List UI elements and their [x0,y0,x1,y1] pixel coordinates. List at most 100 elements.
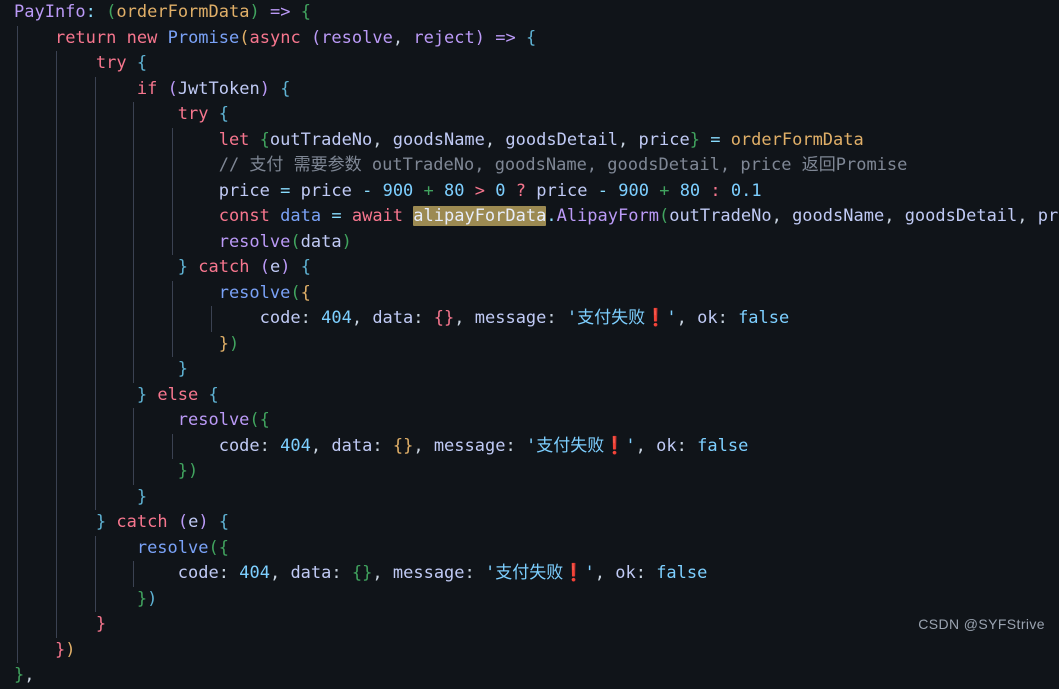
token-keyword: new [126,27,158,48]
code-line[interactable]: code: 404, data: {}, message: '支付失败❗', o… [0,306,1059,332]
code-line[interactable]: return new Promise(async (resolve, rejec… [0,26,1059,52]
token-bracket: ) [147,588,158,609]
token-bracket: { [259,410,270,430]
token-punct: , [635,435,646,456]
code-line[interactable]: }) [0,638,1059,664]
token-property: code [259,308,301,328]
token-bracket: ( [167,78,178,99]
token-number: 0 [495,180,506,201]
token-keyword: try [177,104,209,124]
token-bracket: {} [392,435,414,456]
token-number: 404 [280,435,311,456]
code-line[interactable]: }, [0,663,1059,689]
token-bracket: { [208,384,219,405]
code-line[interactable]: PayInfo: (orderFormData) => { [0,0,1059,26]
code-line[interactable]: code: 404, data: {}, message: '支付失败❗', o… [0,561,1059,587]
token-string: '支付失败 [485,563,564,583]
token-bracket: } [177,257,189,277]
token-punct: : [676,435,687,456]
token-identifier: goodsName [792,206,885,226]
code-editor-viewport[interactable]: PayInfo: (orderFormData) => { return new… [0,0,1059,685]
code-line[interactable]: }) [0,587,1059,613]
token-punct: : [300,308,311,328]
code-line[interactable]: try { [0,51,1059,77]
token-bracket: { [136,53,148,73]
token-identifier: JwtToken [177,78,260,99]
token-parameter: resolve [321,27,393,48]
exclamation-mark-icon: ❗ [645,308,667,328]
token-punct: : [85,2,96,22]
token-identifier: orderFormData [730,129,864,150]
code-line[interactable]: resolve({ [0,281,1059,307]
token-bracket: ( [658,206,670,226]
token-keyword: let [218,129,250,150]
token-property: data [372,308,414,328]
exclamation-mark-icon: ❗ [563,563,585,583]
token-bracket: { [218,104,229,124]
code-line[interactable]: } catch (e) { [0,255,1059,281]
token-property: ok [697,308,718,328]
token-bracket: } [54,639,66,660]
token-operator: = [710,129,721,150]
token-bracket: ( [310,27,322,48]
token-keyword: catch [116,512,168,532]
code-content[interactable]: PayInfo: (orderFormData) => { return new… [0,0,1059,689]
token-identifier: outTradeNo [269,129,373,150]
code-line[interactable]: code: 404, data: {}, message: '支付失败❗', o… [0,434,1059,460]
code-line[interactable]: let {outTradeNo, goodsName, goodsDetail,… [0,128,1059,154]
token-keyword: else [157,384,199,405]
code-line[interactable]: const data = await alipayForData.AlipayF… [0,204,1059,230]
token-punct: , [594,563,605,583]
code-line[interactable]: } [0,357,1059,383]
code-line[interactable]: resolve(data) [0,230,1059,256]
token-bracket: } [136,486,148,507]
code-line[interactable]: try { [0,102,1059,128]
token-comment: // 支付 需要参数 outTradeNo, goodsName, goodsD… [218,155,908,175]
token-string: ' [584,563,595,583]
token-punct: , [269,563,281,583]
code-line[interactable]: price = price - 900 + 80 > 0 ? price - 9… [0,179,1059,205]
token-operator: = [280,180,291,201]
code-line[interactable]: }) [0,459,1059,485]
token-identifier: e [188,512,199,532]
code-line[interactable]: } [0,612,1059,638]
token-bracket: ( [239,27,250,48]
token-operator: + [423,180,434,201]
token-function: resolve [218,282,291,303]
token-boolean: false [738,308,790,328]
token-property: message [392,563,465,583]
token-number: 900 [618,180,649,201]
token-punct: , [24,665,35,685]
code-line[interactable]: } [0,485,1059,511]
token-bracket: { [259,129,270,150]
token-bracket: ) [474,27,486,48]
code-line[interactable]: }) [0,332,1059,358]
code-line[interactable]: resolve({ [0,408,1059,434]
token-string: ' [666,308,677,328]
token-punct: , [372,563,383,583]
token-punct: : [259,435,270,456]
code-line[interactable]: } else { [0,383,1059,409]
highlighted-token-alipayfordata[interactable]: alipayForData [413,206,547,226]
token-identifier: price [1037,206,1059,226]
token-number: 0.1 [730,180,762,201]
code-line[interactable]: } catch (e) { [0,510,1059,536]
token-punct: : [218,563,229,583]
token-bracket: ) [249,2,260,22]
code-line[interactable]: // 支付 需要参数 outTradeNo, goodsName, goodsD… [0,153,1059,179]
token-punct: : [372,435,383,456]
token-bracket: ( [249,410,260,430]
token-bracket: {} [351,563,373,583]
token-method: AlipayForm [556,206,659,226]
code-line[interactable]: resolve({ [0,536,1059,562]
token-keyword: try [95,53,127,73]
token-punct: : [505,435,516,456]
token-bracket: } [14,665,25,685]
token-identifier: price [218,180,270,201]
token-bracket: {} [433,308,455,328]
token-number: 80 [444,180,465,201]
token-operator: : [710,180,721,201]
code-line[interactable]: if (JwtToken) { [0,77,1059,103]
